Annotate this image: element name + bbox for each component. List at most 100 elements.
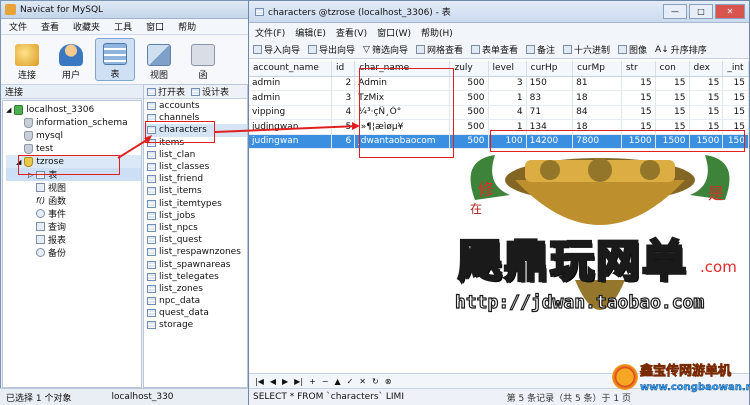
hex-button[interactable]: 十六进制: [563, 43, 610, 56]
table-item[interactable]: list_spawnareas: [144, 258, 247, 270]
open-table-button[interactable]: 打开表: [147, 85, 185, 98]
cell[interactable]: 500: [449, 134, 489, 149]
column-header[interactable]: dex: [689, 61, 724, 77]
table-item[interactable]: quest_data: [144, 307, 247, 319]
table-item[interactable]: accounts: [144, 100, 247, 112]
cell[interactable]: 1: [488, 90, 527, 106]
menu-window[interactable]: 窗口(W): [377, 26, 411, 39]
column-header[interactable]: str: [621, 61, 656, 77]
cell[interactable]: 15: [722, 76, 749, 91]
cell[interactable]: judingwan: [249, 119, 332, 135]
cell[interactable]: 15: [655, 90, 690, 106]
table-item[interactable]: list_jobs: [144, 210, 247, 222]
function-button[interactable]: 函: [183, 38, 223, 81]
cell[interactable]: admin: [249, 90, 332, 106]
close-button[interactable]: ✕: [715, 4, 745, 19]
table-item[interactable]: list_quest: [144, 234, 247, 246]
cell[interactable]: 15: [621, 90, 656, 106]
image-button[interactable]: 图像: [618, 43, 647, 56]
tree-db-information-schema[interactable]: information_schema: [6, 116, 141, 129]
menu-view[interactable]: 查看(V): [336, 26, 367, 39]
menu-tools[interactable]: 工具: [114, 20, 132, 33]
cell[interactable]: 3: [331, 90, 356, 106]
cell[interactable]: 500: [449, 76, 489, 91]
cell[interactable]: vipping: [249, 105, 332, 120]
menu-window[interactable]: 窗口: [146, 20, 164, 33]
table-row[interactable]: admin 2 Admin 500 3 150 81 15 15 15 15: [249, 76, 749, 91]
refresh-button[interactable]: ↻: [372, 377, 379, 386]
memo-button[interactable]: 备注: [526, 43, 555, 56]
last-record-button[interactable]: ▶|: [294, 377, 303, 386]
grid-view-button[interactable]: 网格查看: [415, 43, 463, 56]
up-button[interactable]: ▲: [334, 377, 340, 386]
tree-db-mysql[interactable]: mysql: [6, 129, 141, 142]
cell[interactable]: 500: [449, 105, 489, 120]
column-header[interactable]: account_name: [249, 61, 332, 77]
table-item[interactable]: list_zones: [144, 283, 247, 295]
tree-functions[interactable]: f() 函数: [6, 194, 141, 207]
first-record-button[interactable]: |◀: [255, 377, 264, 386]
cell[interactable]: 84: [572, 105, 622, 120]
apply-button[interactable]: ✓: [347, 377, 354, 386]
cell[interactable]: 15: [689, 76, 724, 91]
cell[interactable]: admin: [249, 76, 332, 91]
column-header[interactable]: con: [655, 61, 690, 77]
cell[interactable]: 5: [331, 119, 356, 135]
sort-asc-button[interactable]: A↓ 升序排序: [655, 43, 707, 57]
menu-favorites[interactable]: 收藏夹: [73, 20, 100, 33]
export-wizard-button[interactable]: 导出向导: [308, 43, 355, 56]
filter-wizard-button[interactable]: ▽ 筛选向导: [363, 43, 408, 57]
user-button[interactable]: 用户: [51, 38, 91, 81]
cell[interactable]: 15: [655, 76, 690, 91]
collapse-arrow-icon[interactable]: ◢: [6, 106, 11, 114]
column-header[interactable]: curHp: [526, 61, 574, 77]
cell[interactable]: 500: [449, 119, 489, 135]
tree-queries[interactable]: 查询: [6, 220, 141, 233]
cell[interactable]: 150: [526, 76, 574, 91]
table-row[interactable]: vipping 4 ¼³·çÑ¸Ó° 500 4 71 84 15 15 15 …: [249, 105, 749, 120]
cell[interactable]: 15: [722, 90, 749, 106]
cell[interactable]: 15: [722, 105, 749, 120]
cell[interactable]: 3: [488, 76, 527, 91]
table-item[interactable]: list_npcs: [144, 222, 247, 234]
maximize-button[interactable]: □: [689, 4, 713, 19]
cell[interactable]: 4: [331, 105, 356, 120]
table-item[interactable]: list_respawnzones: [144, 246, 247, 258]
form-view-button[interactable]: 表单查看: [470, 43, 518, 56]
tree-connection[interactable]: ◢ localhost_3306: [6, 103, 141, 116]
stop-button[interactable]: ⊗: [385, 377, 392, 386]
cell[interactable]: 15: [689, 105, 724, 120]
minimize-button[interactable]: —: [663, 4, 687, 19]
cell[interactable]: 2: [331, 76, 356, 91]
cell[interactable]: judingwan: [249, 134, 332, 149]
column-header[interactable]: level: [488, 61, 527, 77]
table-item[interactable]: storage: [144, 319, 247, 331]
tree-views[interactable]: 视图: [6, 181, 141, 194]
cell[interactable]: 4: [488, 105, 527, 120]
cell[interactable]: 15: [655, 105, 690, 120]
design-table-button[interactable]: 设计表: [191, 85, 229, 98]
column-header[interactable]: curMp: [572, 61, 622, 77]
cell[interactable]: 81: [572, 76, 622, 91]
tree-events[interactable]: 事件: [6, 207, 141, 220]
cell[interactable]: 15: [621, 105, 656, 120]
view-button[interactable]: 视图: [139, 38, 179, 81]
cell[interactable]: 18: [572, 90, 622, 106]
cell[interactable]: 71: [526, 105, 574, 120]
table-item[interactable]: list_friend: [144, 173, 247, 185]
import-wizard-button[interactable]: 导入向导: [253, 43, 300, 56]
next-record-button[interactable]: ▶: [282, 377, 288, 386]
table-row[interactable]: admin 3 TzMix 500 1 83 18 15 15 15 15: [249, 90, 749, 106]
cell[interactable]: 83: [526, 90, 574, 106]
column-header[interactable]: _int: [722, 61, 749, 77]
cell[interactable]: 500: [449, 90, 489, 106]
cancel-edit-button[interactable]: ✕: [359, 377, 366, 386]
menu-edit[interactable]: 编辑(E): [295, 26, 326, 39]
tree-reports[interactable]: 报表: [6, 233, 141, 246]
connection-button[interactable]: 连接: [7, 38, 47, 81]
column-header[interactable]: id: [331, 61, 356, 77]
table-button[interactable]: 表: [95, 38, 135, 81]
table-item[interactable]: npc_data: [144, 295, 247, 307]
table-item[interactable]: list_itemtypes: [144, 198, 247, 210]
menu-help[interactable]: 帮助(H): [421, 26, 453, 39]
